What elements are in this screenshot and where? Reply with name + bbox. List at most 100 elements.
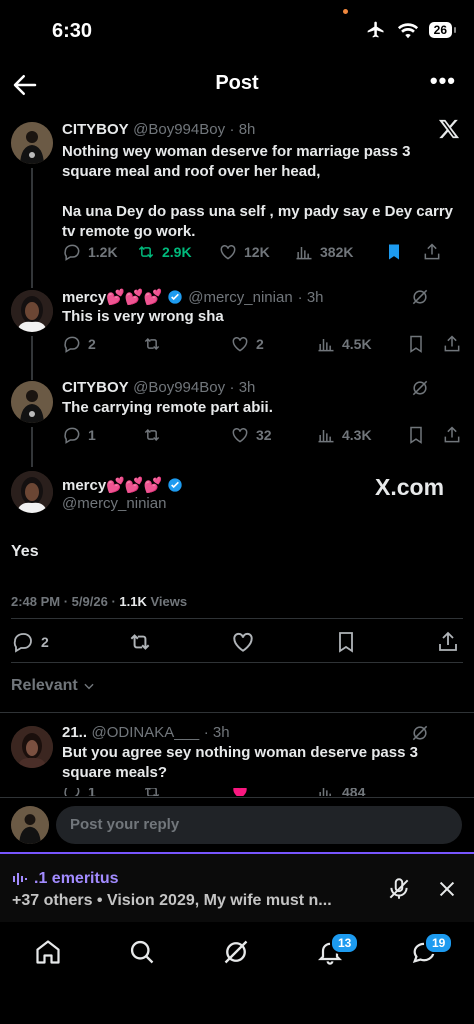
reply-1-actions: 2 2 4.5K xyxy=(62,334,462,354)
bottom-tab-bar: 13 19 xyxy=(0,924,474,984)
page-title: Post xyxy=(215,72,259,94)
tab-home[interactable] xyxy=(34,938,62,971)
like-button[interactable]: 32 xyxy=(230,425,316,445)
reply-icon xyxy=(64,244,80,261)
avatar-mercy[interactable] xyxy=(11,290,53,332)
analytics-icon xyxy=(296,247,312,260)
repost-button[interactable] xyxy=(142,788,230,796)
views-count: 1.1K xyxy=(119,594,147,609)
mic-indicator-dot xyxy=(343,9,348,14)
share-button[interactable] xyxy=(422,242,442,262)
post-age: · 3h xyxy=(203,724,230,741)
avatar-odinaka[interactable] xyxy=(11,726,53,768)
bookmark-icon xyxy=(410,426,422,444)
heart-filled-icon xyxy=(233,788,247,796)
views-button[interactable]: 484 xyxy=(316,788,406,796)
share-icon xyxy=(444,426,460,443)
reply-count: 1.2K xyxy=(88,244,118,260)
author-name[interactable]: 21.. xyxy=(62,724,87,741)
close-space-button[interactable] xyxy=(436,878,458,905)
airplane-icon xyxy=(367,21,384,38)
post-age: · 3h xyxy=(229,379,256,396)
author-handle[interactable]: @mercy_ninian xyxy=(188,289,292,306)
live-space-bar[interactable]: .1 emeritus +37 others • Vision 2029, My… xyxy=(0,852,474,922)
share-button[interactable] xyxy=(442,334,462,354)
focus-post-text: Yes xyxy=(11,543,39,560)
focus-post-actions: 2 xyxy=(11,629,463,655)
wifi-icon xyxy=(397,23,418,39)
reply-button[interactable]: 2 xyxy=(11,630,49,654)
mic-muted-button[interactable] xyxy=(386,876,412,907)
share-icon xyxy=(444,335,460,352)
share-button[interactable] xyxy=(436,630,460,654)
repost-button[interactable]: 2.9K xyxy=(136,242,218,262)
heart-icon xyxy=(220,244,236,260)
author-name[interactable]: CITYBOY xyxy=(62,379,129,396)
tab-notifications[interactable]: 13 xyxy=(316,932,360,971)
sort-dropdown[interactable]: Relevant xyxy=(11,677,96,695)
avatar-cityboy[interactable] xyxy=(11,122,53,164)
analytics-icon xyxy=(318,430,334,443)
post-age: · 3h xyxy=(297,288,324,306)
author-handle[interactable]: @Boy994Boy xyxy=(133,121,225,138)
grok-icon[interactable] xyxy=(410,378,430,403)
avatar-mercy[interactable] xyxy=(11,471,53,513)
repost-button[interactable] xyxy=(127,629,153,655)
like-button[interactable]: 12K xyxy=(218,242,294,262)
reply-button[interactable]: 1.2K xyxy=(62,242,136,262)
reply-icon xyxy=(64,336,80,353)
author-handle[interactable]: @Boy994Boy xyxy=(133,379,225,396)
views-button[interactable]: 4.5K xyxy=(316,334,406,354)
views-count: 382K xyxy=(320,244,354,260)
audio-wave-icon xyxy=(13,873,27,885)
like-button[interactable] xyxy=(230,788,316,796)
share-button[interactable] xyxy=(442,425,462,445)
reply-text: This is very wrong sha xyxy=(62,308,224,325)
verified-badge-icon xyxy=(168,290,182,304)
reply-button[interactable]: 1 xyxy=(62,425,142,445)
repost-count: 2.9K xyxy=(162,244,192,260)
reply-button[interactable]: 1 xyxy=(62,788,142,796)
analytics-icon xyxy=(318,339,334,352)
avatar-cityboy[interactable] xyxy=(11,381,53,423)
repost-button[interactable] xyxy=(142,334,230,354)
more-options-button[interactable]: ••• xyxy=(430,68,456,94)
bookmark-button[interactable] xyxy=(406,425,442,445)
like-count: 32 xyxy=(256,427,272,443)
post-timestamp: 2:48 PM · 5/9/26 · 1.1K Views xyxy=(11,594,187,609)
reply-2-actions: 1 32 4.3K xyxy=(62,425,462,445)
heart-icon xyxy=(232,427,248,443)
reply-count: 1 xyxy=(88,427,96,443)
grok-icon[interactable] xyxy=(410,287,430,312)
battery-level: 26 xyxy=(428,22,457,38)
tab-search[interactable] xyxy=(128,938,156,971)
heart-icon xyxy=(233,632,254,652)
reply-input[interactable]: Post your reply xyxy=(56,806,462,844)
author-name[interactable]: CITYBOY xyxy=(62,121,129,138)
mic-off-icon xyxy=(389,878,409,899)
reply-button[interactable]: 2 xyxy=(62,334,142,354)
author-name[interactable]: mercy💕💕💕 xyxy=(62,476,162,494)
post-text: Nothing wey woman deserve for marriage p… xyxy=(62,143,454,240)
chevron-down-icon xyxy=(84,683,94,690)
bookmark-button[interactable] xyxy=(334,630,358,654)
post-age: · 8h xyxy=(229,121,256,138)
author-handle[interactable]: @ODINAKA___ xyxy=(91,724,199,741)
author-name[interactable]: mercy💕💕💕 xyxy=(62,288,162,306)
repost-button[interactable] xyxy=(142,425,230,445)
messages-badge: 19 xyxy=(424,932,454,954)
divider xyxy=(0,712,474,713)
my-avatar[interactable] xyxy=(11,806,49,844)
like-button[interactable]: 2 xyxy=(230,334,316,354)
views-button[interactable]: 382K xyxy=(294,242,384,262)
like-button[interactable] xyxy=(230,629,256,655)
x-logo-icon xyxy=(438,118,460,145)
bookmark-button[interactable] xyxy=(384,242,422,262)
bookmark-button[interactable] xyxy=(406,334,442,354)
tab-grok[interactable] xyxy=(222,938,250,971)
heart-icon xyxy=(232,336,248,352)
analytics-icon xyxy=(319,788,331,796)
views-button[interactable]: 4.3K xyxy=(316,425,406,445)
tab-messages[interactable]: 19 xyxy=(410,932,454,971)
author-handle[interactable]: @mercy_ninian xyxy=(62,495,166,512)
